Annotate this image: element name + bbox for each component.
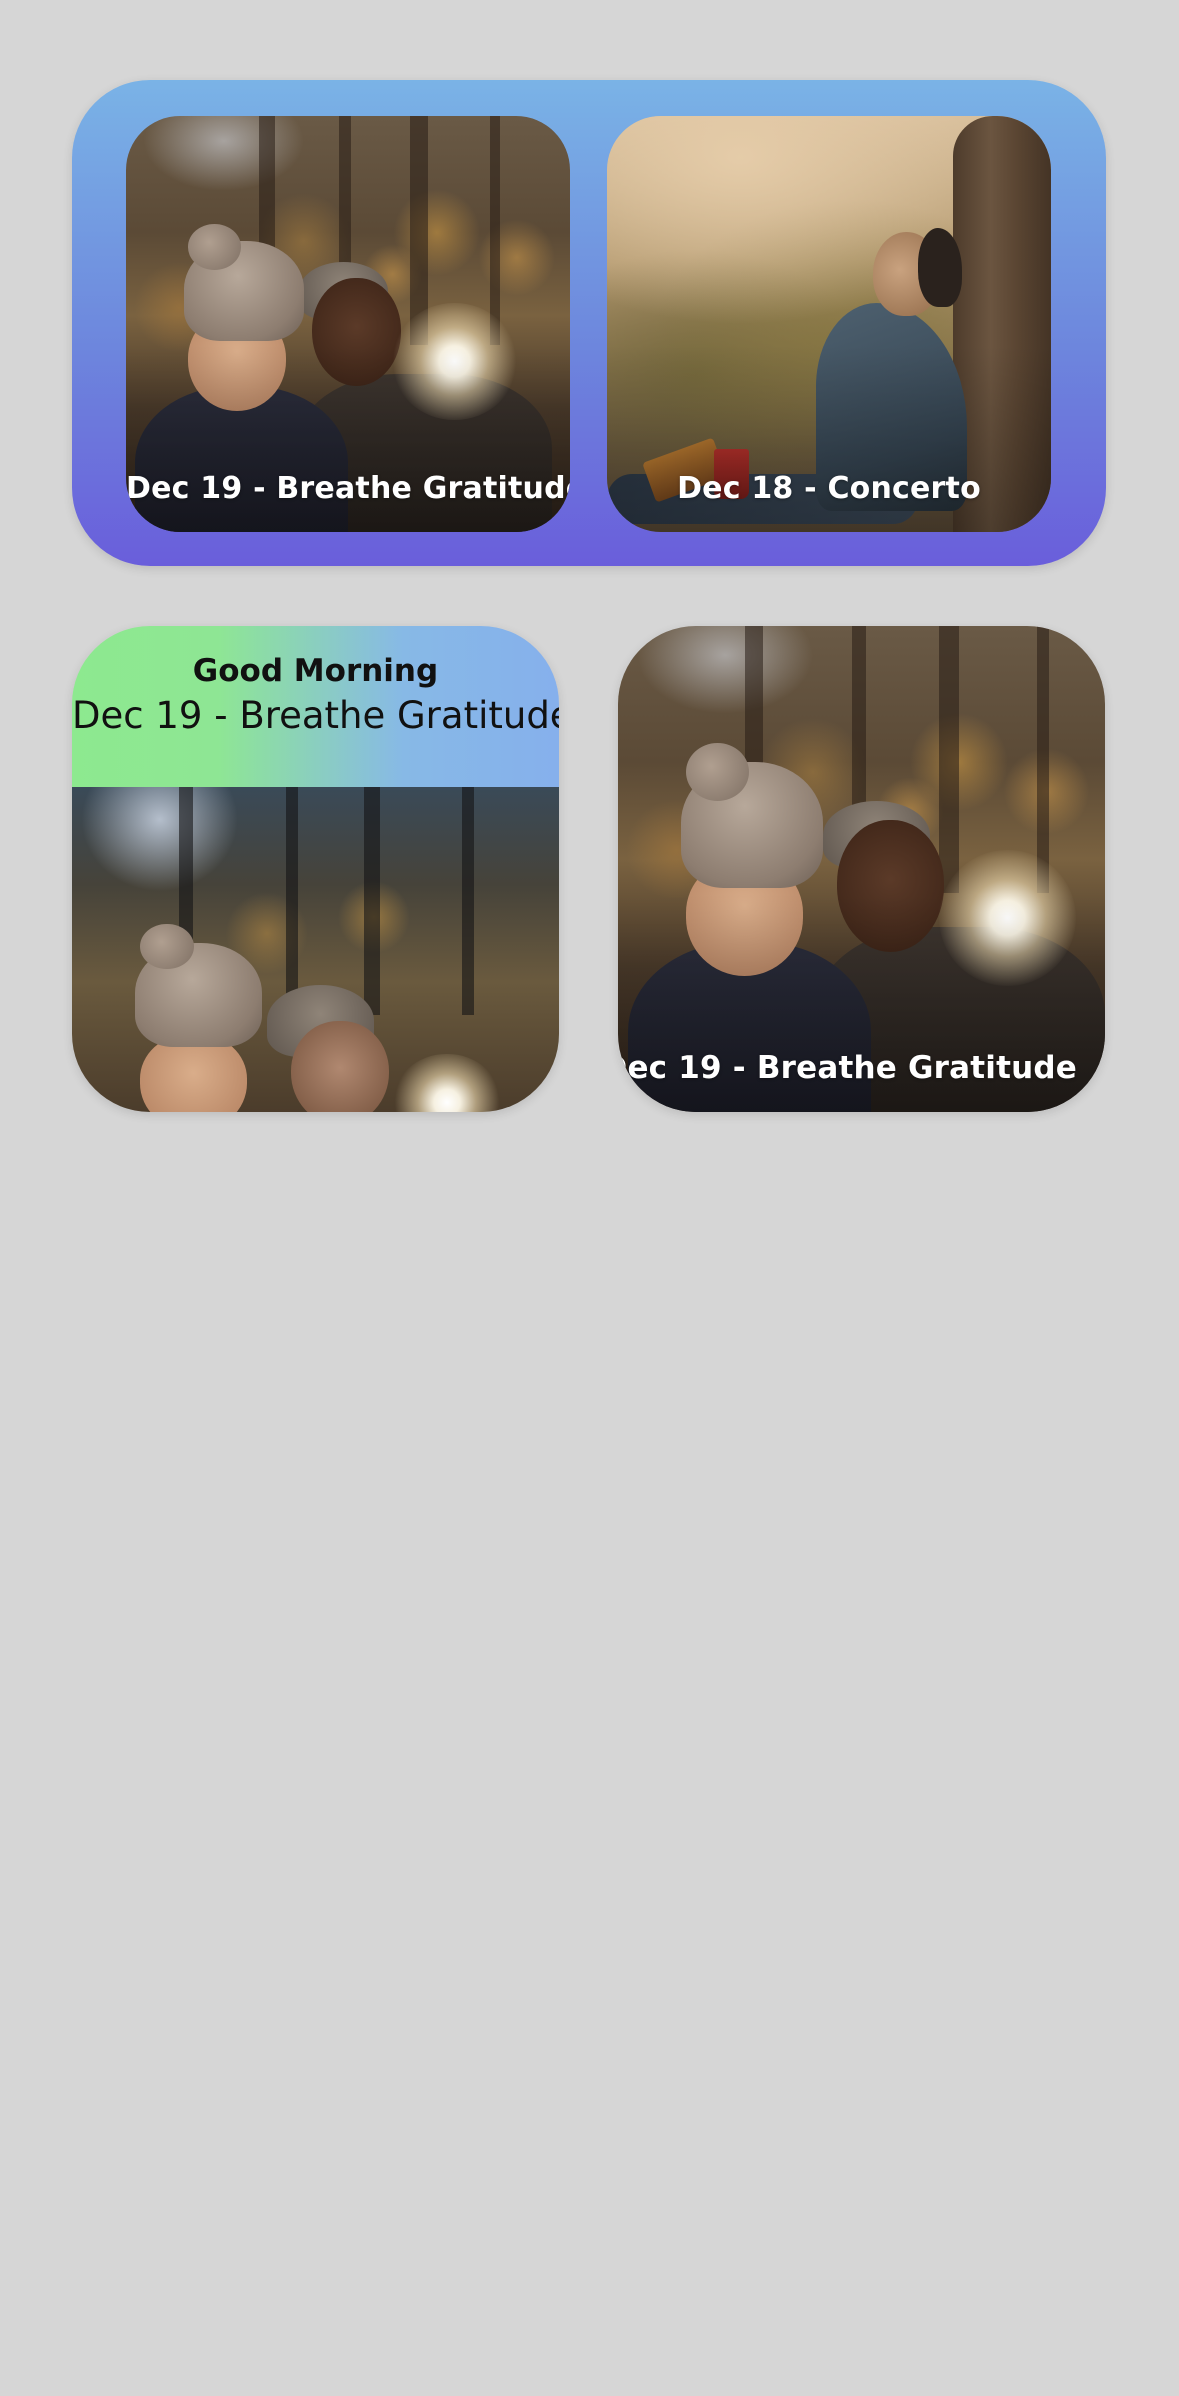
- episode-widget[interactable]: Dec 19 - Breathe Gratitude: [618, 626, 1105, 1112]
- tile-caption: Dec 19 - Breathe Gratitude: [618, 1050, 1077, 1086]
- episode-tile-dec-19[interactable]: Dec 19 - Breathe Gratitude: [126, 116, 570, 532]
- tile-caption: Dec 18 - Concerto: [677, 471, 981, 506]
- episode-title: Dec 19 - Breathe Gratitude: [72, 694, 559, 737]
- large-widget[interactable]: Dec 19 - Breathe Gratitude Dec 18 - Conc…: [72, 80, 1106, 566]
- greeting-widget[interactable]: Good Morning Dec 19 - Breathe Gratitude: [72, 626, 559, 1112]
- sparkler-photo: [72, 787, 559, 1112]
- episode-tile-dec-18[interactable]: Dec 18 - Concerto: [607, 116, 1051, 532]
- greeting-title: Good Morning: [192, 653, 439, 689]
- greeting-header: Good Morning Dec 19 - Breathe Gratitude: [72, 626, 559, 787]
- tile-caption: Dec 19 - Breathe Gratitude: [126, 471, 570, 506]
